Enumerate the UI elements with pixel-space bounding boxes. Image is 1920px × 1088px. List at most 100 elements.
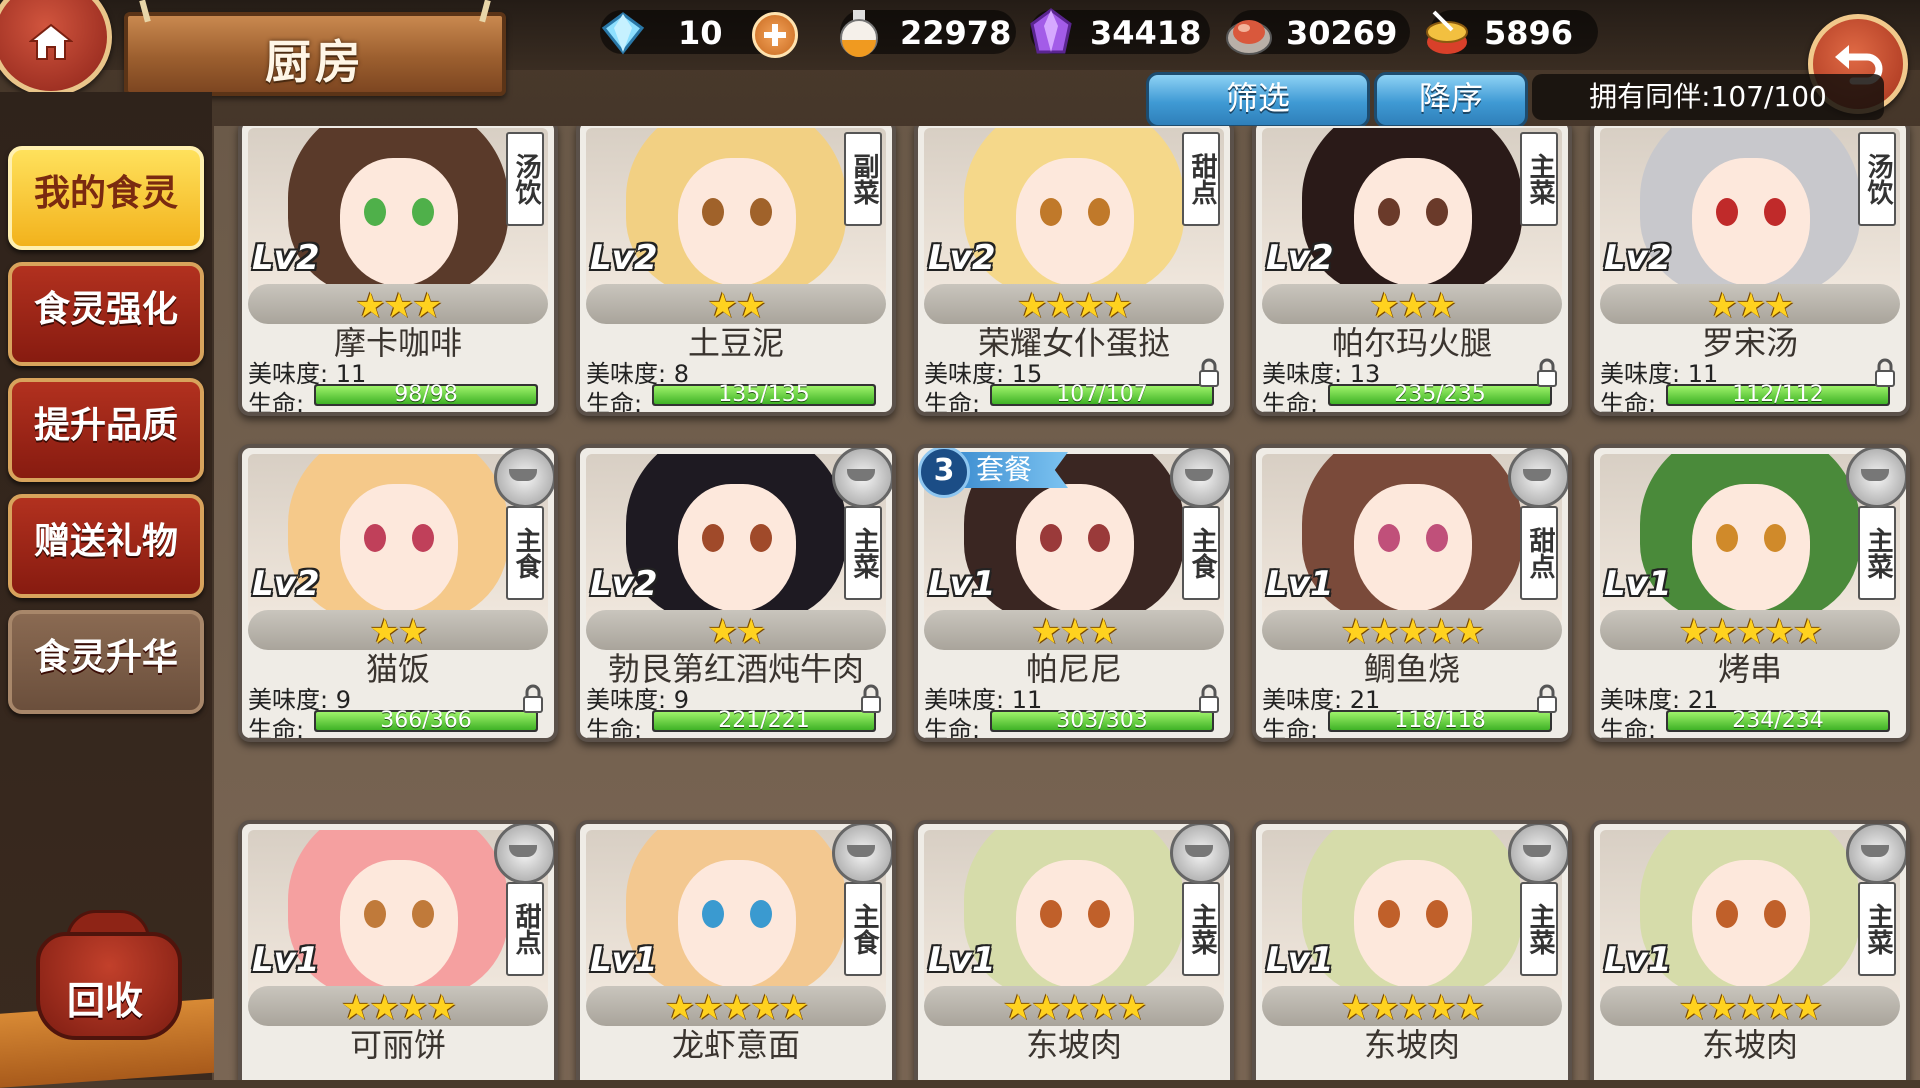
face [340,484,458,612]
spirit-card[interactable]: Lv1 主菜 ★★★★★ 东坡肉 [1590,820,1910,1080]
spirit-card[interactable]: Lv1 主食 套餐 3 ★★★ 帕尼尼 美味度: 11 生命: 303/303 [914,444,1234,742]
level-label: Lv2 [590,238,658,278]
level-label: Lv1 [1266,940,1334,980]
dish-type-badge-icon [1508,824,1568,884]
hp-value: 303/303 [1056,708,1148,733]
dish-type-tag: 甜点 [1182,132,1220,226]
level-label: Lv2 [928,238,996,278]
sidebar-item-my-spirits[interactable]: 我的食灵 [8,146,204,250]
face [1354,484,1472,612]
spirit-card[interactable]: Lv2 主菜 ★★★ 帕尔玛火腿 美味度: 13 生命: 235/235 [1252,126,1572,416]
crystal-count: 34418 [1090,14,1202,52]
dish-type-badge-icon [832,448,892,508]
sidebar-item-upgrade-quality[interactable]: 提升品质 [8,378,204,482]
eye [1764,524,1786,552]
spirit-card[interactable]: Lv1 主菜 ★★★★★ 烤串 美味度: 21 生命: 234/234 [1590,444,1910,742]
home-icon [29,23,73,60]
eye [364,900,386,928]
hp-bar: 112/112 [1666,382,1890,407]
face [340,860,458,988]
level-label: Lv2 [252,564,320,604]
spirit-card[interactable]: Lv1 主菜 ★★★★★ 东坡肉 [1252,820,1572,1080]
sidebar-item-enhance[interactable]: 食灵强化 [8,262,204,366]
hp-bar: 234/234 [1666,708,1890,733]
spirit-name: 东坡肉 [1701,1026,1798,1064]
dish-type-tag: 主食 [1182,506,1220,600]
dish-type-tag: 主菜 [844,506,882,600]
spirit-card[interactable]: Lv2 汤饮 ★★★ 罗宋汤 美味度: 11 生命: 112/112 [1590,126,1910,416]
eye [1088,524,1110,552]
lock-icon [1199,684,1219,713]
spirit-card[interactable]: Lv1 主食 ★★★★★ 龙虾意面 [576,820,896,1080]
potion-icon [840,10,878,57]
purple-crystal-icon [1030,8,1072,54]
spirit-card[interactable]: Lv2 主食 ★★ 猫饭 美味度: 9 生命: 366/366 [238,444,558,742]
eye [1426,524,1448,552]
eye [412,900,434,928]
hp-bar: 107/107 [990,382,1214,407]
page-title: 厨房 [265,35,365,89]
eye [1716,524,1738,552]
set-meal-number: 3 [918,448,970,498]
potion-count: 22978 [900,14,1012,52]
eye [1764,198,1786,226]
hp-bar: 366/366 [314,708,538,733]
home-button[interactable] [0,0,112,96]
hp-value: 112/112 [1732,382,1824,407]
level-label: Lv1 [1266,564,1334,604]
spirit-card[interactable]: Lv1 甜点 ★★★★★ 鲷鱼烧 美味度: 21 生命: 118/118 [1252,444,1572,742]
eye [1088,198,1110,226]
dish-type-tag: 甜点 [1520,506,1558,600]
spirit-name: 可丽饼 [349,1026,446,1064]
meat-resource: 30269 [1226,10,1410,55]
sidebar-item-give-gift[interactable]: 赠送礼物 [8,494,204,598]
level-label: Lv2 [590,564,658,604]
eye [1088,900,1110,928]
face [1692,484,1810,612]
face [340,158,458,286]
lock-icon [1537,358,1557,387]
filter-button[interactable]: 筛选 [1146,72,1370,128]
eye [750,900,772,928]
spirit-card[interactable]: Lv2 汤饮 ★★★ 摩卡咖啡 美味度: 11 生命: 98/98 [238,126,558,416]
face [678,860,796,988]
spirit-name: 东坡肉 [1363,1026,1460,1064]
face [1016,158,1134,286]
hp-label: 生命: [586,390,643,416]
level-label: Lv1 [590,940,658,980]
dish-type-badge-icon [832,824,892,884]
hp-bar: 303/303 [990,708,1214,733]
spirit-card[interactable]: Lv2 主菜 ★★ 勃艮第红酒炖牛肉 美味度: 9 生命: 221/221 [576,444,896,742]
lock-icon [523,684,543,713]
dish-type-tag: 汤饮 [1858,132,1896,226]
hp-bar: 221/221 [652,708,876,733]
drum-icon [1426,10,1468,54]
dish-type-badge-icon [494,824,554,884]
spirit-card[interactable]: Lv2 副菜 ★★ 土豆泥 美味度: 8 生命: 135/135 [576,126,896,416]
recycle-button[interactable]: 回收 [36,910,182,1040]
spirit-card[interactable]: Lv2 甜点 ★★★★ 荣耀女仆蛋挞 美味度: 15 生命: 107/107 [914,126,1234,416]
dish-type-badge-icon [1170,448,1230,508]
dish-type-tag: 主菜 [1858,882,1896,976]
hp-value: 118/118 [1394,708,1486,733]
spirit-card[interactable]: Lv1 甜点 ★★★★ 可丽饼 [238,820,558,1080]
eye [1378,198,1400,226]
face [1354,860,1472,988]
level-label: Lv2 [252,238,320,278]
dish-type-tag: 主食 [506,506,544,600]
lock-icon [861,684,881,713]
sort-button[interactable]: 降序 [1374,72,1528,128]
eye [364,524,386,552]
add-diamond-button[interactable] [752,12,798,58]
sidebar-item-sublimation[interactable]: 食灵升华 [8,610,204,714]
spirit-card[interactable]: Lv1 主菜 ★★★★★ 东坡肉 [914,820,1234,1080]
crystal-resource: 34418 [1030,8,1210,54]
lock-icon [1875,358,1895,387]
eye [1426,900,1448,928]
eye [750,524,772,552]
owned-companions-count: 拥有同伴:107/100 [1532,74,1884,120]
dish-type-tag: 主食 [844,882,882,976]
hp-label: 生命: [1600,390,1657,416]
eye [750,198,772,226]
eye [702,198,724,226]
